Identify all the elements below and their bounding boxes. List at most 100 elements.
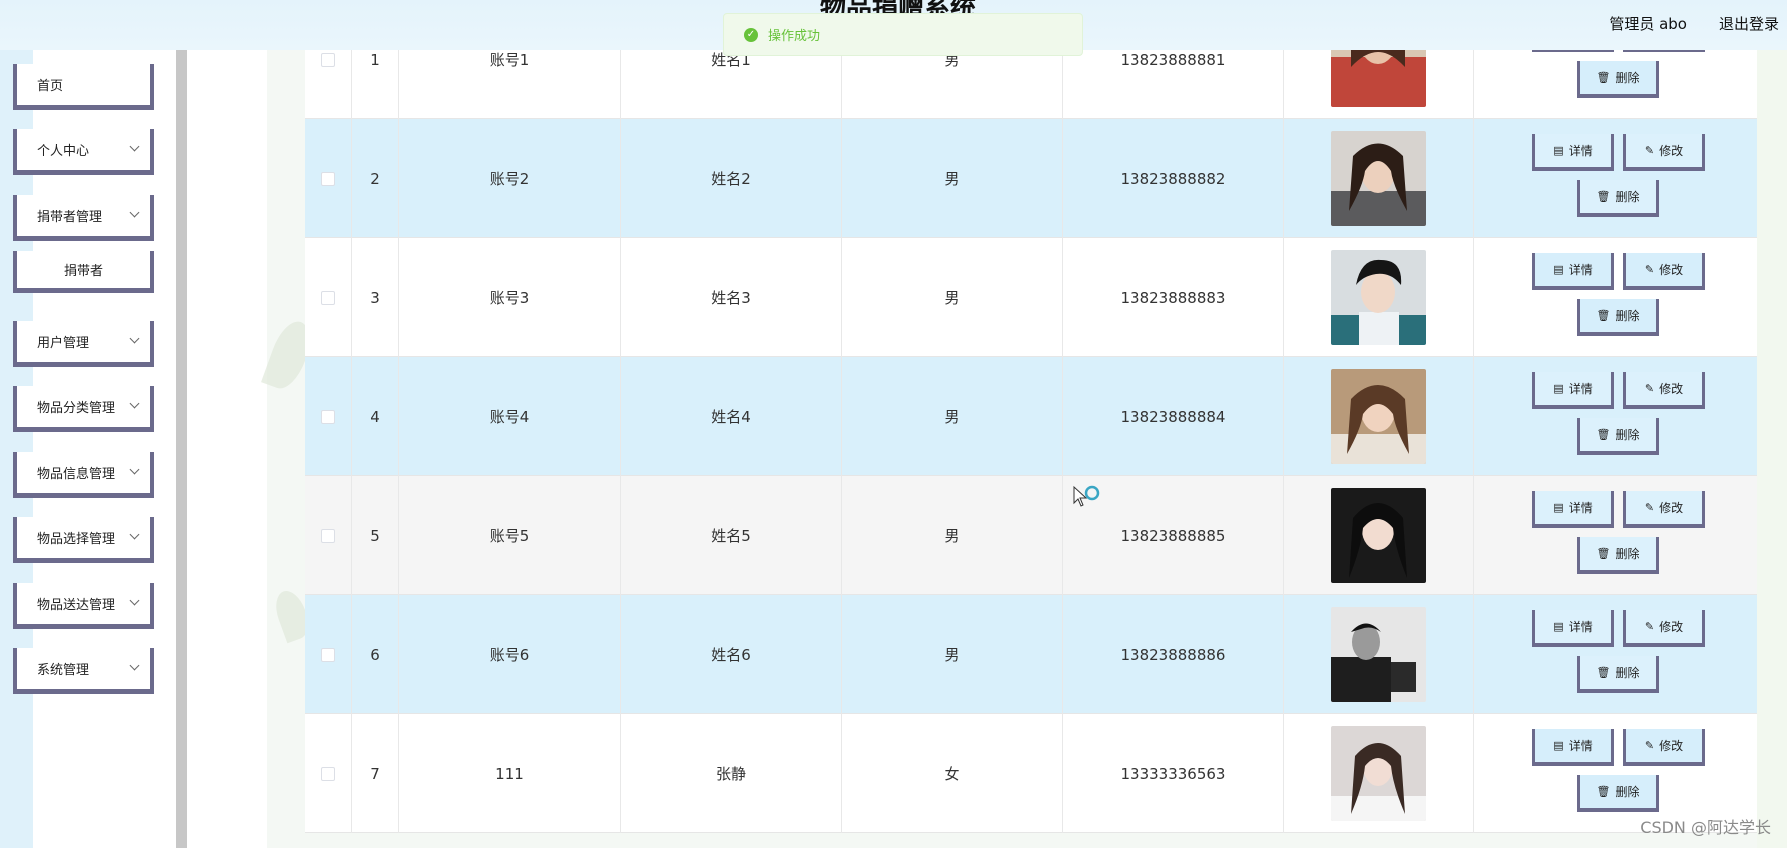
detail-button[interactable]: ▤详情 xyxy=(1532,610,1614,647)
sidebar-item-item-info-management[interactable]: 物品信息管理 xyxy=(13,452,154,498)
table-row: 4 账号4 姓名4 男 13823888884 ▤ 详情 ✎ 修改 🗑 删除 xyxy=(305,357,1757,476)
delete-button[interactable]: 🗑 删除 xyxy=(1577,537,1659,574)
sidebar-item-label: 捐带者 xyxy=(63,264,103,279)
cell-name: 姓名1 xyxy=(621,50,842,119)
cell-phone: 13823888884 xyxy=(1063,357,1284,476)
chevron-down-icon xyxy=(129,595,140,606)
cell-name: 姓名3 xyxy=(621,238,842,357)
table-row: 3 账号3 姓名3 男 13823888883 ▤ 详情 ✎ 修改 🗑 删除 xyxy=(305,238,1757,357)
sidebar-item-donor-management[interactable]: 捐带者管理 xyxy=(13,195,154,241)
success-toast: ✓ 操作成功 xyxy=(723,13,1083,56)
sidebar-item-label: 个人中心 xyxy=(37,144,90,159)
row-checkbox[interactable] xyxy=(321,528,335,543)
row-checkbox[interactable] xyxy=(321,52,335,67)
pencil-icon: ✎ xyxy=(1644,263,1655,276)
sidebar-item-system-management[interactable]: 系统管理 xyxy=(13,648,154,694)
avatar-photo xyxy=(1331,131,1426,226)
cell-index: 6 xyxy=(352,595,399,714)
sidebar-item-label: 用户管理 xyxy=(37,336,90,351)
chevron-down-icon xyxy=(129,333,140,344)
cell-index: 4 xyxy=(352,357,399,476)
delete-button[interactable]: 🗑 删除 xyxy=(1577,180,1659,217)
document-icon: ▤ xyxy=(1553,382,1564,395)
trash-icon: 🗑 xyxy=(1596,428,1611,441)
sidebar-item-item-selection-management[interactable]: 物品选择管理 xyxy=(13,517,154,563)
cell-name: 姓名5 xyxy=(621,476,842,595)
sidebar-item-home[interactable]: 首页 xyxy=(13,64,154,110)
cell-gender: 男 xyxy=(842,357,1063,476)
row-checkbox[interactable] xyxy=(321,290,335,305)
edit-button[interactable]: ✎修改 xyxy=(1623,372,1705,409)
detail-button[interactable]: ▤详情 xyxy=(1532,491,1614,528)
logout-link[interactable]: 退出登录 xyxy=(1719,13,1779,34)
cell-account: 账号4 xyxy=(399,357,621,476)
loading-cursor-icon xyxy=(1073,485,1100,507)
chevron-down-icon xyxy=(129,660,140,671)
check-circle-icon: ✓ xyxy=(744,27,758,42)
sidebar-item-category-management[interactable]: 物品分类管理 xyxy=(13,386,154,432)
edit-button[interactable]: ✎修改 xyxy=(1623,610,1705,647)
cell-name: 张静 xyxy=(621,714,842,833)
sidebar-scrollbar[interactable] xyxy=(176,50,187,848)
trash-icon: 🗑 xyxy=(1596,785,1611,798)
detail-button[interactable]: ▤详情 xyxy=(1532,372,1614,409)
chevron-down-icon xyxy=(129,207,140,218)
sidebar-item-user-management[interactable]: 用户管理 xyxy=(13,321,154,367)
cell-phone: 13823888882 xyxy=(1063,119,1284,238)
chevron-down-icon xyxy=(129,141,140,152)
delete-button[interactable]: 🗑 删除 xyxy=(1577,775,1659,812)
pencil-icon: ✎ xyxy=(1644,620,1655,633)
trash-icon: 🗑 xyxy=(1596,309,1611,322)
main-gutter xyxy=(187,50,267,848)
sidebar-item-delivery-management[interactable]: 物品送达管理 xyxy=(13,583,154,629)
chevron-down-icon xyxy=(129,398,140,409)
document-icon: ▤ xyxy=(1553,144,1564,157)
delete-button[interactable]: 🗑 删除 xyxy=(1577,656,1659,693)
sidebar-item-label: 系统管理 xyxy=(37,663,90,678)
cell-index: 5 xyxy=(352,476,399,595)
sidebar-subitem-donor[interactable]: 捐带者 xyxy=(13,251,154,293)
edit-button[interactable]: ✎修改 xyxy=(1623,491,1705,528)
table-row: 6 账号6 姓名6 男 13823888886 ▤ 详情 ✎ 修改 🗑 删除 xyxy=(305,595,1757,714)
trash-icon: 🗑 xyxy=(1596,71,1611,84)
cell-gender: 男 xyxy=(842,238,1063,357)
row-checkbox[interactable] xyxy=(321,766,335,781)
cell-gender: 男 xyxy=(842,476,1063,595)
detail-button[interactable]: ▤详情 xyxy=(1532,134,1614,171)
cell-gender: 女 xyxy=(842,714,1063,833)
cell-name: 姓名4 xyxy=(621,357,842,476)
sidebar-item-personal-center[interactable]: 个人中心 xyxy=(13,129,154,175)
row-checkbox[interactable] xyxy=(321,409,335,424)
edit-button[interactable]: ✎修改 xyxy=(1623,50,1705,52)
cell-index: 7 xyxy=(352,714,399,833)
watermark: CSDN @阿达学长 xyxy=(1640,818,1771,837)
detail-button[interactable]: ▤详情 xyxy=(1532,253,1614,290)
admin-user-label: 管理员 abo xyxy=(1609,15,1687,33)
cell-account: 111 xyxy=(399,714,621,833)
cell-gender: 男 xyxy=(842,50,1063,119)
table-row: 2 账号2 姓名2 男 13823888882 ▤ 详情 ✎ 修改 🗑 删除 xyxy=(305,119,1757,238)
chevron-down-icon xyxy=(129,529,140,540)
cell-index: 3 xyxy=(352,238,399,357)
table-row: 5 账号5 姓名5 男 13823888885 ▤ 详情 ✎ 修改 🗑 删除 xyxy=(305,476,1757,595)
document-icon: ▤ xyxy=(1553,620,1564,633)
cell-account: 账号1 xyxy=(399,50,621,119)
avatar-photo xyxy=(1331,607,1426,702)
row-checkbox[interactable] xyxy=(321,647,335,662)
detail-button[interactable]: ▤详情 xyxy=(1532,50,1614,52)
delete-button[interactable]: 🗑 删除 xyxy=(1577,61,1659,98)
edit-button[interactable]: ✎修改 xyxy=(1623,134,1705,171)
cell-phone: 13333336563 xyxy=(1063,714,1284,833)
avatar-photo xyxy=(1331,726,1426,821)
detail-button[interactable]: ▤详情 xyxy=(1532,729,1614,766)
row-checkbox[interactable] xyxy=(321,171,335,186)
avatar-photo xyxy=(1331,250,1426,345)
pencil-icon: ✎ xyxy=(1644,501,1655,514)
edit-button[interactable]: ✎修改 xyxy=(1623,253,1705,290)
edit-button[interactable]: ✎修改 xyxy=(1623,729,1705,766)
trash-icon: 🗑 xyxy=(1596,666,1611,679)
delete-button[interactable]: 🗑 删除 xyxy=(1577,418,1659,455)
cell-index: 1 xyxy=(352,50,399,119)
delete-button[interactable]: 🗑 删除 xyxy=(1577,299,1659,336)
chevron-down-icon xyxy=(129,464,140,475)
